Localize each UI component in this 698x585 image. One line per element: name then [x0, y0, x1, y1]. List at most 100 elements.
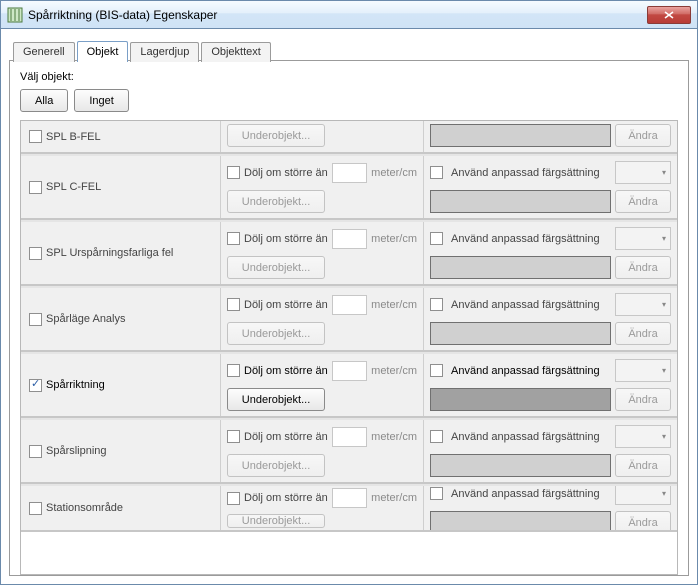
- object-enable-checkbox[interactable]: [29, 247, 42, 260]
- object-name-cell: SPL Urspårningsfarliga fel: [21, 222, 221, 284]
- chevron-down-icon: ▾: [662, 234, 666, 243]
- client-area: Generell Objekt Lagerdjup Objekttext Väl…: [1, 29, 697, 584]
- object-row: Spårslipning Dölj om större änmeter/cmUnd…: [21, 418, 677, 484]
- custom-color-line: Använd anpassad färgsättning▾: [430, 161, 671, 184]
- color-combo: ▾: [615, 484, 671, 505]
- color-swatch: [430, 388, 611, 411]
- choose-objects-label: Välj objekt:: [20, 71, 678, 83]
- tab-lagerdjup[interactable]: Lagerdjup: [130, 42, 199, 62]
- object-enable-checkbox[interactable]: [29, 313, 42, 326]
- object-row: SPL B-FEL Underobjekt... Ändra: [21, 121, 677, 154]
- object-hide-cell: Dölj om större änmeter/cm Underobjekt...: [221, 288, 424, 350]
- close-icon: [664, 11, 674, 19]
- hide-if-larger-line: Dölj om större änmeter/cm: [227, 359, 417, 382]
- custom-color-checkbox: [430, 298, 443, 311]
- object-name-cell: SPL C-FEL: [21, 156, 221, 218]
- object-row: Spårläge Analys Dölj om större änmeter/cm…: [21, 286, 677, 352]
- object-row: SPL Urspårningsfarliga fel Dölj om större…: [21, 220, 677, 286]
- object-name-label: Spårläge Analys: [46, 313, 126, 325]
- change-color-button: Ändra: [615, 511, 671, 532]
- object-color-cell: Ändra: [424, 121, 677, 152]
- object-name-cell: Spårläge Analys: [21, 288, 221, 350]
- custom-color-line: Använd anpassad färgsättning ▾: [430, 227, 671, 250]
- object-name-cell: Stationsområde: [21, 486, 221, 530]
- object-enable-checkbox[interactable]: [29, 379, 42, 392]
- change-color-button: Ändra: [615, 388, 671, 411]
- custom-color-label: Använd anpassad färgsättning: [451, 233, 611, 245]
- object-enable-checkbox[interactable]: [29, 130, 42, 143]
- subobjects-button[interactable]: Underobjekt...: [227, 388, 325, 411]
- object-name-cell: SPL B-FEL: [21, 121, 221, 152]
- unit-label: meter/cm: [371, 365, 417, 377]
- subobjects-button: Underobjekt...: [227, 514, 325, 528]
- unit-label: meter/cm: [371, 299, 417, 311]
- object-enable-checkbox[interactable]: [29, 445, 42, 458]
- color-combo: ▾: [615, 227, 671, 250]
- object-color-cell: Använd anpassad färgsättning ▾ Ändra: [424, 486, 677, 530]
- subobjects-button: Underobjekt...: [227, 124, 325, 147]
- object-hide-cell: Underobjekt...: [221, 121, 424, 152]
- chevron-down-icon: ▾: [662, 489, 666, 498]
- object-name-cell: Spårriktning: [21, 354, 221, 416]
- objects-grid-viewport[interactable]: SPL B-FELUnderobjekt...ÄndraSPL C-FELDöl…: [21, 121, 677, 574]
- object-name-label: SPL Urspårningsfarliga fel: [46, 247, 173, 259]
- custom-color-checkbox: [430, 232, 443, 245]
- tab-page-objekt: Välj objekt: Alla Inget SPL B-FEL Underob…: [9, 60, 689, 576]
- hide-if-larger-label: Dölj om större än: [244, 431, 328, 443]
- custom-color-checkbox: [430, 487, 443, 500]
- color-swatch-line: Ändra: [430, 256, 671, 279]
- change-color-button: Ändra: [615, 190, 671, 213]
- custom-color-label: Använd anpassad färgsättning: [451, 488, 611, 500]
- hide-threshold-input[interactable]: [332, 361, 367, 381]
- objects-grid: SPL B-FELUnderobjekt...ÄndraSPL C-FELDöl…: [20, 120, 678, 575]
- tab-generell[interactable]: Generell: [13, 42, 75, 62]
- color-combo: ▾: [615, 161, 671, 184]
- hide-if-larger-label: Dölj om större än: [244, 167, 328, 179]
- color-swatch-line: Ändra: [430, 511, 671, 532]
- subobjects-button: Underobjekt...: [227, 256, 325, 279]
- color-swatch: [430, 190, 611, 213]
- color-swatch-line: Ändra: [430, 124, 671, 147]
- object-name-label: Spårslipning: [46, 445, 107, 457]
- subobjects-button: Underobjekt...: [227, 190, 325, 213]
- object-name-label: Stationsområde: [46, 502, 123, 514]
- custom-color-checkbox[interactable]: [430, 364, 443, 377]
- object-row: Spårriktning Dölj om större änmeter/cm Und…: [21, 352, 677, 418]
- change-color-button: Ändra: [615, 322, 671, 345]
- select-none-button[interactable]: Inget: [74, 89, 128, 112]
- hide-if-larger-checkbox: [227, 166, 240, 179]
- object-row: SPL C-FEL Dölj om större än meter/cm Undero…: [21, 154, 677, 220]
- object-color-cell: Använd anpassad färgsättning▾ Ändra: [424, 288, 677, 350]
- subobjects-button: Underobjekt...: [227, 322, 325, 345]
- close-button[interactable]: [647, 6, 691, 24]
- hide-if-larger-label: Dölj om större än: [244, 233, 328, 245]
- titlebar[interactable]: Spårriktning (BIS-data) Egenskaper: [1, 1, 697, 29]
- change-color-button: Ändra: [615, 124, 671, 147]
- unit-label: meter/cm: [371, 167, 417, 179]
- hide-if-larger-checkbox[interactable]: [227, 364, 240, 377]
- hide-if-larger-line: Dölj om större änmeter/cm: [227, 293, 417, 316]
- custom-color-line: Använd anpassad färgsättning▾: [430, 293, 671, 316]
- color-swatch: [430, 124, 611, 147]
- tab-objekttext[interactable]: Objekttext: [201, 42, 271, 62]
- object-hide-cell: Dölj om större änmeter/cmUnderobjekt...: [221, 420, 424, 482]
- chevron-down-icon: ▾: [662, 168, 666, 177]
- object-name-label: SPL B-FEL: [46, 131, 101, 143]
- window-title: Spårriktning (BIS-data) Egenskaper: [28, 8, 217, 22]
- color-swatch-line: Ändra: [430, 322, 671, 345]
- object-enable-checkbox[interactable]: [29, 502, 42, 515]
- color-swatch: [430, 511, 611, 532]
- hide-threshold-input: [332, 488, 367, 508]
- select-all-button[interactable]: Alla: [20, 89, 68, 112]
- chevron-down-icon: ▾: [662, 432, 666, 441]
- hide-threshold-input: [332, 295, 367, 315]
- object-enable-checkbox[interactable]: [29, 181, 42, 194]
- object-hide-cell: Dölj om större änmeter/cm Underobjekt...: [221, 486, 424, 530]
- object-hide-cell: Dölj om större än meter/cm Underobjekt...: [221, 156, 424, 218]
- color-swatch-line: Ändra: [430, 454, 671, 477]
- properties-window: Spårriktning (BIS-data) Egenskaper Gener…: [0, 0, 698, 585]
- hide-if-larger-line: Dölj om större änmeter/cm: [227, 488, 417, 508]
- tab-objekt[interactable]: Objekt: [77, 41, 129, 62]
- color-swatch: [430, 454, 611, 477]
- unit-label: meter/cm: [371, 492, 417, 504]
